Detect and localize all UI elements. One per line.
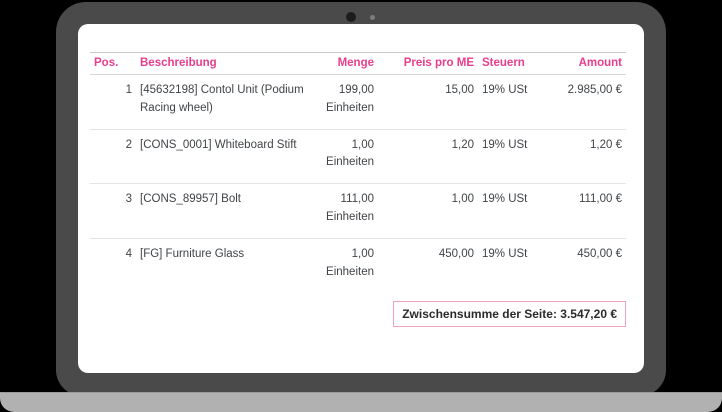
- qty-value: 111,00: [322, 191, 374, 209]
- cell-tax: 19% USt: [478, 184, 552, 239]
- cell-price: 1,00: [378, 184, 478, 239]
- page-subtotal-box: Zwischensumme der Seite: 3.547,20 €: [393, 301, 626, 327]
- column-header-qty: Menge: [318, 53, 378, 75]
- cell-pos: 2: [90, 129, 136, 184]
- cell-amount: 111,00 €: [552, 184, 626, 239]
- table-row: 4 [FG] Furniture Glass 1,00 Einheiten 45…: [90, 238, 626, 292]
- subtotal-value: 3.547,20 €: [560, 307, 617, 321]
- cell-qty: 1,00 Einheiten: [318, 129, 378, 184]
- column-header-amount: Amount: [552, 53, 626, 75]
- qty-value: 1,00: [322, 246, 374, 264]
- invoice-lines-table: Pos. Beschreibung Menge Preis pro ME Ste…: [90, 52, 626, 293]
- cell-qty: 1,00 Einheiten: [318, 238, 378, 292]
- cell-amount: 450,00 €: [552, 238, 626, 292]
- qty-unit: Einheiten: [322, 264, 374, 282]
- cell-description: [CONS_0001] Whiteboard Stift: [136, 129, 318, 184]
- cell-qty: 199,00 Einheiten: [318, 75, 378, 130]
- cell-pos: 4: [90, 238, 136, 292]
- laptop-screen: Pos. Beschreibung Menge Preis pro ME Ste…: [78, 24, 644, 373]
- cell-description: [FG] Furniture Glass: [136, 238, 318, 292]
- table-row: 1 [45632198] Contol Unit (Podium Racing …: [90, 75, 626, 130]
- table-row: 2 [CONS_0001] Whiteboard Stift 1,00 Einh…: [90, 129, 626, 184]
- webcam-led-icon: [370, 15, 375, 20]
- laptop-base: [0, 392, 722, 412]
- cell-tax: 19% USt: [478, 238, 552, 292]
- webcam-icon: [346, 12, 356, 22]
- column-header-tax: Steuern: [478, 53, 552, 75]
- cell-amount: 2.985,00 €: [552, 75, 626, 130]
- qty-value: 1,00: [322, 137, 374, 155]
- cell-tax: 19% USt: [478, 129, 552, 184]
- column-header-pos: Pos.: [90, 53, 136, 75]
- qty-unit: Einheiten: [322, 209, 374, 227]
- cell-price: 1,20: [378, 129, 478, 184]
- laptop-bezel: Pos. Beschreibung Menge Preis pro ME Ste…: [56, 2, 666, 396]
- column-header-price: Preis pro ME: [378, 53, 478, 75]
- qty-value: 199,00: [322, 82, 374, 100]
- cell-pos: 3: [90, 184, 136, 239]
- table-row: 3 [CONS_89957] Bolt 111,00 Einheiten 1,0…: [90, 184, 626, 239]
- qty-unit: Einheiten: [322, 154, 374, 172]
- cell-pos: 1: [90, 75, 136, 130]
- qty-unit: Einheiten: [322, 100, 374, 118]
- cell-price: 450,00: [378, 238, 478, 292]
- cell-amount: 1,20 €: [552, 129, 626, 184]
- cell-price: 15,00: [378, 75, 478, 130]
- cell-description: [CONS_89957] Bolt: [136, 184, 318, 239]
- cell-description: [45632198] Contol Unit (Podium Racing wh…: [136, 75, 318, 130]
- cell-tax: 19% USt: [478, 75, 552, 130]
- subtotal-label: Zwischensumme der Seite:: [402, 307, 557, 321]
- invoice-report: Pos. Beschreibung Menge Preis pro ME Ste…: [78, 24, 644, 327]
- table-header-row: Pos. Beschreibung Menge Preis pro ME Ste…: [90, 53, 626, 75]
- column-header-description: Beschreibung: [136, 53, 318, 75]
- cell-qty: 111,00 Einheiten: [318, 184, 378, 239]
- subtotal-row: Zwischensumme der Seite: 3.547,20 €: [90, 301, 626, 327]
